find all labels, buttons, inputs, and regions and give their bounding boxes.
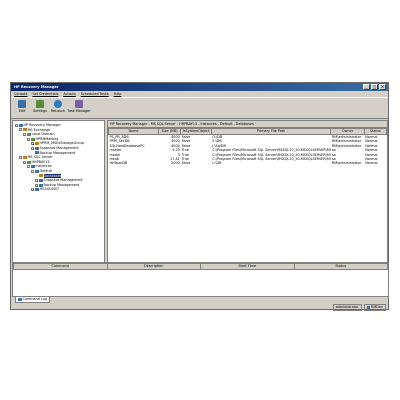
tree-item-label: MSSQLINST (39, 187, 60, 192)
edit-label: Edit (18, 109, 26, 113)
collapse-icon[interactable]: - (19, 128, 22, 132)
column-header[interactable]: Status (293, 263, 388, 270)
relaunch-icon (54, 100, 62, 108)
table-cell: C:\Program Files\Microsoft SQL Server\MS… (212, 148, 331, 153)
folder-icon (23, 128, 27, 132)
edit-button[interactable]: Edit (13, 100, 31, 118)
collapse-icon[interactable]: - (15, 123, 18, 127)
collapse-icon[interactable]: - (19, 155, 22, 159)
main-window: HP Recovery Manager _ □ × Console Set Cr… (10, 82, 389, 311)
folder-icon (35, 151, 39, 155)
log-icon (18, 298, 22, 301)
column-header[interactable]: Start Time (200, 263, 295, 270)
column-header[interactable]: Size (MB) (158, 128, 182, 135)
tree-item[interactable]: + MSSQLINST (31, 187, 59, 192)
folder-icon (27, 160, 31, 164)
status-host: RMDev (363, 304, 386, 311)
table-cell: RM\administrator (331, 143, 362, 148)
close-button[interactable]: × (379, 84, 386, 90)
task-table: Command Description Start Time Status (13, 263, 388, 270)
folder-icon (31, 165, 35, 169)
table-cell: False (181, 161, 191, 166)
folder-icon (35, 169, 39, 173)
collapse-icon[interactable]: - (23, 132, 26, 136)
table-cell: C:\Program Files\Microsoft SQL Server\MS… (212, 157, 331, 162)
maximize-button[interactable]: □ (371, 84, 378, 90)
relaunch-label: ReLauch (50, 109, 66, 113)
task-pane: Command Description Start Time Status (12, 262, 389, 297)
databases-table: Name Size (MB) IsSystemObject Primary File … (108, 128, 387, 166)
breadcrumb: HP Recovery Manager - MS SQL Server - HH… (108, 121, 387, 128)
collapse-icon[interactable]: - (31, 169, 34, 173)
settings-button[interactable]: Settings (31, 100, 49, 118)
table-cell: RM\administrator (331, 161, 362, 166)
folder-icon (19, 123, 23, 127)
computer-icon (366, 306, 370, 309)
column-header[interactable]: Description (106, 263, 201, 270)
folder-icon (35, 142, 39, 146)
edit-icon (18, 100, 26, 108)
collapse-icon[interactable]: - (23, 160, 26, 164)
folder-icon (27, 132, 31, 136)
status-bar: administrator RMDev (11, 303, 388, 311)
table-cell: L:\DB (212, 161, 222, 166)
table-cell: 2000 (171, 161, 180, 166)
settings-label: Settings (33, 109, 47, 113)
expand-icon[interactable]: + (31, 146, 35, 150)
tree-pane[interactable]: - HP Recovery Manager - MS Exchange - Local D… (12, 120, 105, 268)
collapse-icon[interactable]: - (27, 137, 30, 141)
column-header[interactable]: IsSystemObject (180, 128, 212, 135)
folder-icon (23, 155, 27, 159)
collapse-icon[interactable]: - (27, 165, 30, 169)
task-manager-button[interactable]: Task Manager (67, 100, 91, 118)
content-pane: HP Recovery Manager - MS SQL Server - HH… (107, 120, 388, 268)
expand-icon[interactable]: + (35, 178, 39, 182)
folder-icon (39, 178, 43, 182)
expand-icon[interactable]: + (31, 188, 35, 192)
table-row[interactable]: HkSpecDB 2000 False L:\DB RM\administrator No… (109, 161, 387, 165)
column-header[interactable]: Command (13, 263, 108, 270)
folder-icon (35, 146, 39, 150)
window-title: HP Recovery Manager (14, 85, 59, 89)
title-bar: HP Recovery Manager _ □ × (11, 83, 388, 91)
task-manager-icon (75, 100, 83, 108)
settings-icon (36, 100, 44, 108)
toolbar: Edit Settings ReLauch Task Manager (11, 97, 388, 119)
folder-icon (39, 183, 43, 187)
expand-icon[interactable]: + (35, 183, 39, 187)
status-user: administrator (332, 304, 362, 311)
table-cell: Normal (365, 161, 378, 166)
tab-label: Command Log (22, 297, 48, 301)
folder-icon (31, 137, 35, 141)
table-cell: HkSpecDB (109, 161, 128, 166)
folder-icon (35, 188, 39, 192)
relaunch-button[interactable]: ReLauch (49, 100, 67, 118)
status-user-text: administrator (335, 305, 359, 309)
minimize-button[interactable]: _ (363, 84, 370, 90)
folder-icon (39, 174, 43, 178)
task-manager-label: Task Manager (67, 109, 91, 113)
expand-icon[interactable]: + (31, 142, 35, 146)
status-host-text: RMDev (371, 305, 383, 309)
